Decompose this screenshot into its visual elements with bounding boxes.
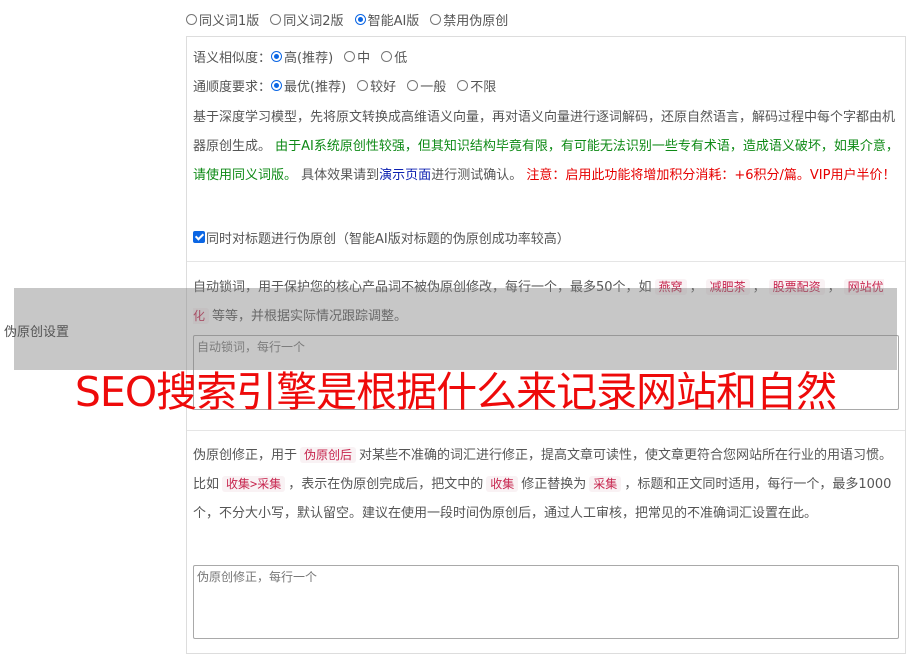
corrections-textarea[interactable] [193, 565, 899, 639]
inline-code: 收集 [486, 476, 519, 492]
description-text: 伪原创修正，用于 [193, 448, 298, 463]
similarity-low-radio[interactable]: 低 [381, 47, 407, 66]
mode-synonym-1-radio[interactable]: 同义词1版 [186, 10, 259, 29]
inline-code: 伪原创后 [300, 447, 357, 463]
mode-radio-group: 同义词1版 同义词2版 智能AI版 禁用伪原创 [186, 10, 519, 29]
radio-selected-icon [271, 50, 283, 62]
description-text: 修正替换为 [521, 477, 587, 492]
description-text: 进行测试确认。 [431, 168, 523, 183]
radio-label: 智能AI版 [367, 13, 420, 29]
title-rewrite-option[interactable]: 同时对标题进行伪原创（智能AI版对标题的伪原创成功率较高） [193, 227, 570, 247]
inline-code: 收集>采集 [222, 476, 286, 492]
description-text: ，表示在伪原创完成后，把文中的 [288, 477, 484, 492]
checkbox-checked-icon[interactable] [193, 231, 205, 243]
radio-label: 低 [394, 50, 408, 66]
radio-label: 同义词2版 [283, 13, 344, 29]
radio-icon [457, 79, 469, 91]
fluency-label: 通顺度要求： [193, 79, 272, 95]
mode-disable-radio[interactable]: 禁用伪原创 [430, 10, 508, 29]
inline-code: 采集 [589, 476, 622, 492]
fluency-row: 通顺度要求： 最优(推荐) 较好 一般 不限 [193, 75, 507, 95]
fluency-best-radio[interactable]: 最优(推荐) [271, 76, 346, 95]
radio-icon [270, 13, 282, 25]
radio-icon [407, 79, 419, 91]
radio-label: 同义词1版 [199, 13, 260, 29]
radio-label: 一般 [420, 79, 447, 95]
description-text: 具体效果请到 [301, 168, 380, 183]
radio-label: 较好 [370, 79, 397, 95]
checkbox-label: 同时对标题进行伪原创（智能AI版对标题的伪原创成功率较高） [206, 231, 570, 247]
similarity-medium-radio[interactable]: 中 [344, 47, 370, 66]
similarity-high-radio[interactable]: 高(推荐) [271, 47, 333, 66]
radio-label: 禁用伪原创 [443, 13, 509, 29]
demo-page-link[interactable]: 演示页面 [379, 168, 431, 183]
radio-icon [357, 79, 369, 91]
divider [187, 430, 905, 431]
cost-notice: 注意：启用此功能将增加积分消耗：+6积分/篇。VIP用户半价！ [526, 168, 896, 183]
overlay-band [14, 288, 897, 370]
radio-label: 最优(推荐) [284, 79, 347, 95]
radio-icon [186, 13, 197, 25]
divider [187, 261, 905, 262]
fluency-good-radio[interactable]: 较好 [357, 76, 396, 95]
radio-selected-icon [354, 13, 366, 25]
radio-label: 不限 [470, 79, 497, 95]
radio-icon [344, 50, 356, 62]
overlay-title: SEO搜索引擎是根据什么来记录网站和自然 [74, 368, 837, 416]
mode-synonym-2-radio[interactable]: 同义词2版 [270, 10, 344, 29]
corrections-description: 伪原创修正，用于 伪原创后 对某些不准确的词汇进行修正，提高文章可读性，使文章更符合… [193, 441, 899, 528]
radio-icon [430, 13, 442, 25]
similarity-label: 语义相似度： [193, 50, 272, 66]
section-label: 伪原创设置 [4, 325, 70, 340]
mode-ai-radio[interactable]: 智能AI版 [354, 10, 420, 29]
fluency-any-radio[interactable]: 不限 [457, 76, 496, 95]
fluency-normal-radio[interactable]: 一般 [407, 76, 446, 95]
ai-description: 基于深度学习模型，先将原文转换成高维语义向量，再对语义向量进行逐词解码，还原自然… [193, 103, 899, 190]
similarity-row: 语义相似度： 高(推荐) 中 低 [193, 46, 418, 66]
radio-label: 高(推荐) [284, 50, 334, 66]
radio-label: 中 [357, 50, 371, 66]
radio-selected-icon [271, 79, 283, 91]
radio-icon [381, 50, 393, 62]
